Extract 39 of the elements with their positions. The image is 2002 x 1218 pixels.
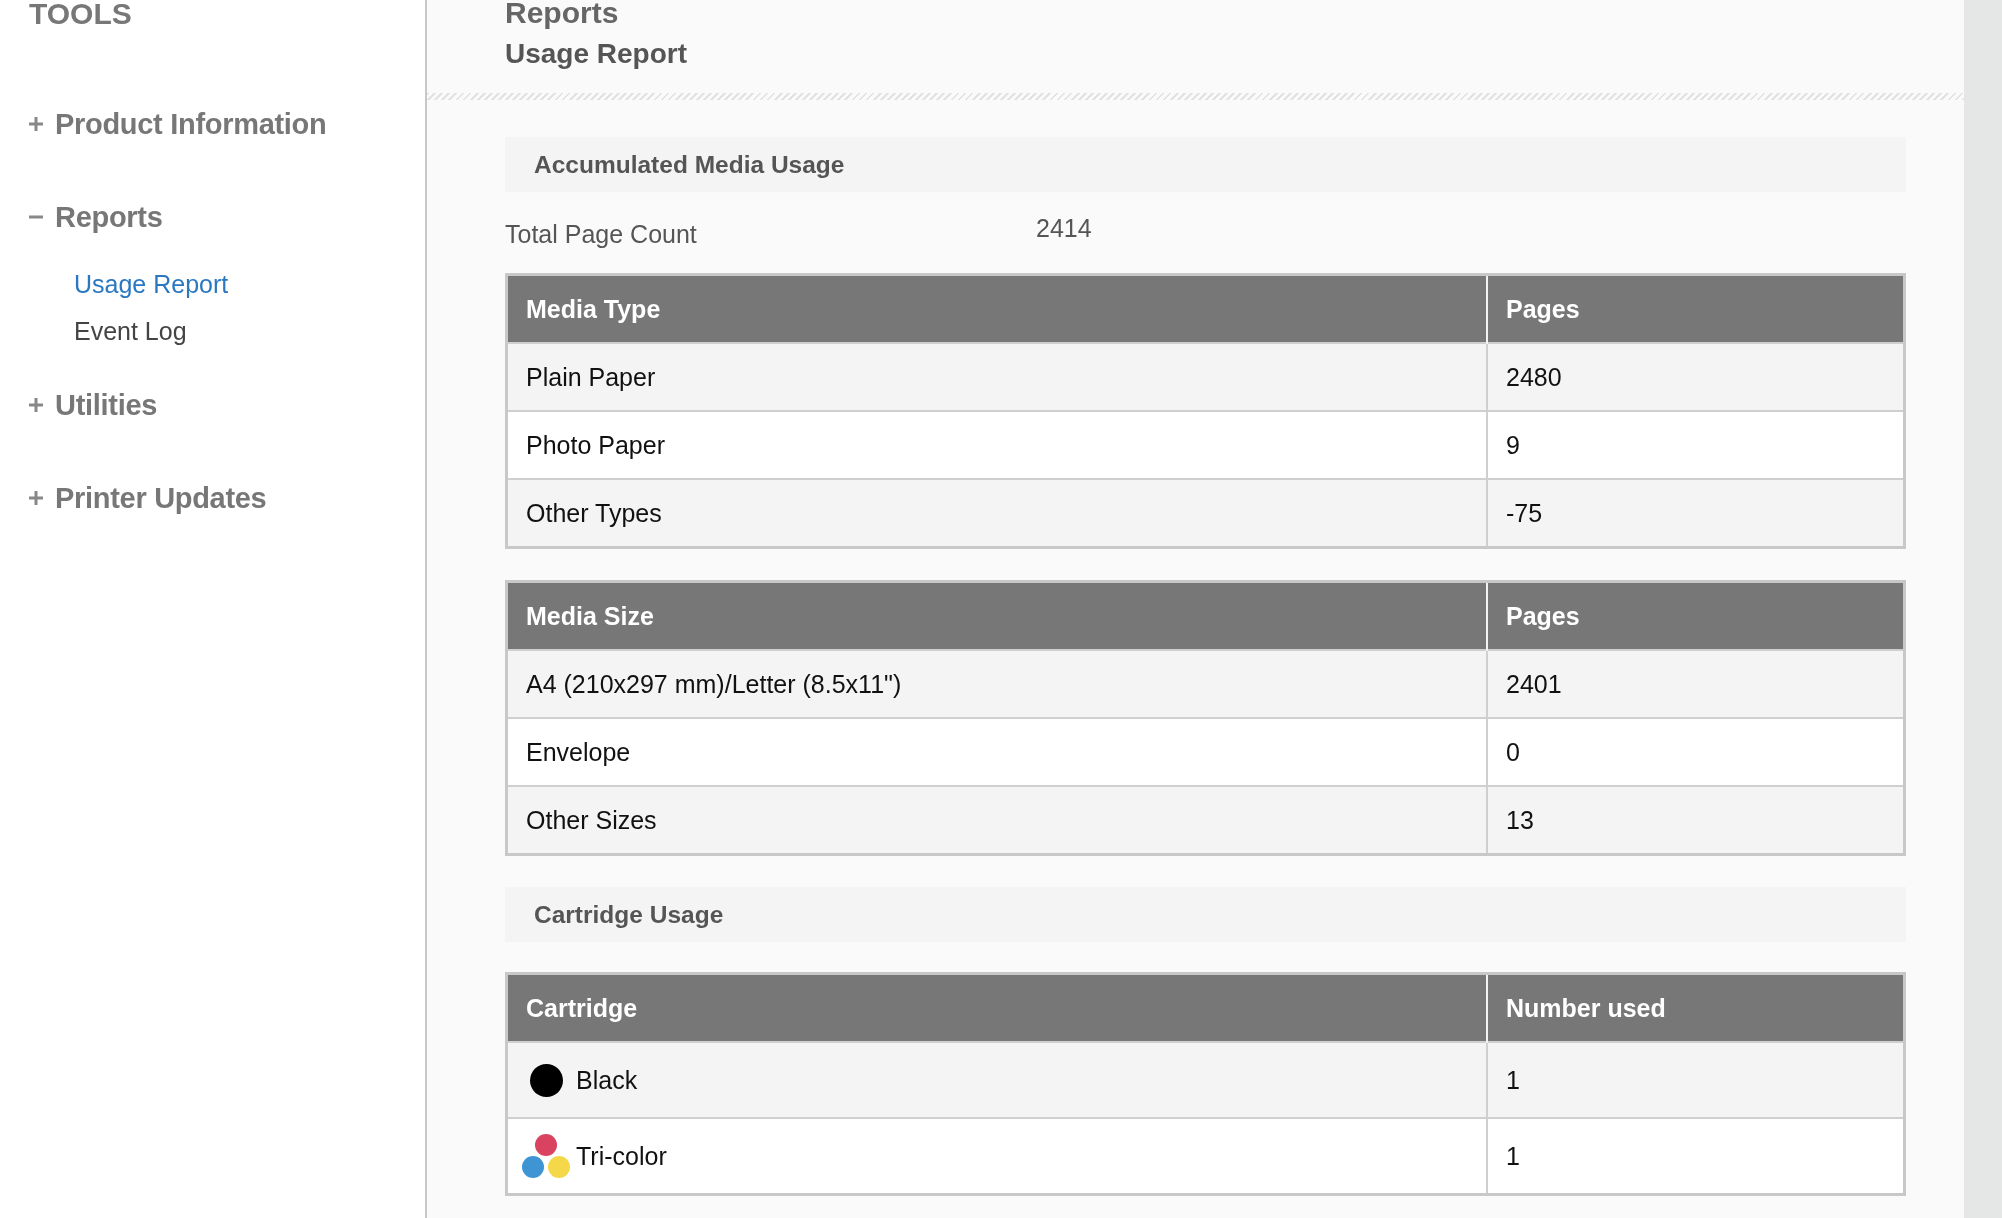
table-cell: Other Sizes <box>506 786 1487 855</box>
cartridge-name: Black <box>576 1065 638 1095</box>
field-label: Total Page Count <box>505 219 698 249</box>
column-header: Pages <box>1487 581 1905 650</box>
table-cell: Envelope <box>506 718 1487 786</box>
section-heading: Cartridge Usage <box>534 900 724 929</box>
column-header: Pages <box>1487 274 1905 343</box>
nav-section-link[interactable]: Printer Updates <box>55 481 267 515</box>
column-header: Media Size <box>506 581 1487 650</box>
plus-icon[interactable] <box>29 398 43 412</box>
table-cell: 0 <box>1487 718 1905 786</box>
column-header: Number used <box>1487 973 1905 1042</box>
page-subtitle: Usage Report <box>505 38 688 70</box>
table-cell: -75 <box>1487 479 1905 548</box>
table-cell: A4 (210x297 mm)/Letter (8.5x11") <box>506 650 1487 718</box>
plus-icon[interactable] <box>29 491 43 505</box>
plus-icon[interactable] <box>29 117 43 131</box>
table-cell: Photo Paper <box>506 411 1487 479</box>
table-cell: 1 <box>1487 1118 1905 1195</box>
sidebar-title: TOOLS <box>29 0 132 28</box>
ink-dot-icon <box>530 1063 563 1097</box>
nav-section-link[interactable]: Product Information <box>55 107 327 141</box>
nav-link[interactable]: Usage Report <box>74 270 229 299</box>
table-cell: Plain Paper <box>506 343 1487 411</box>
table-cell: 13 <box>1487 786 1905 855</box>
table-cell: 2401 <box>1487 650 1905 718</box>
field-value: 2414 <box>1036 214 1092 244</box>
table-cell: Other Types <box>506 479 1487 548</box>
table-cell: 1 <box>1487 1042 1905 1118</box>
column-header: Media Type <box>506 274 1487 343</box>
table-cell: 2480 <box>1487 343 1905 411</box>
nav-section-link[interactable]: Utilities <box>55 388 158 422</box>
nav-link[interactable]: Event Log <box>74 317 187 346</box>
section-heading: Accumulated Media Usage <box>534 150 845 179</box>
nav-section-link[interactable]: Reports <box>55 200 163 234</box>
table-cell: 9 <box>1487 411 1905 479</box>
column-header: Cartridge <box>506 973 1487 1042</box>
three-dots-icon <box>522 1134 570 1178</box>
cartridge-name: Tri-color <box>576 1141 667 1171</box>
